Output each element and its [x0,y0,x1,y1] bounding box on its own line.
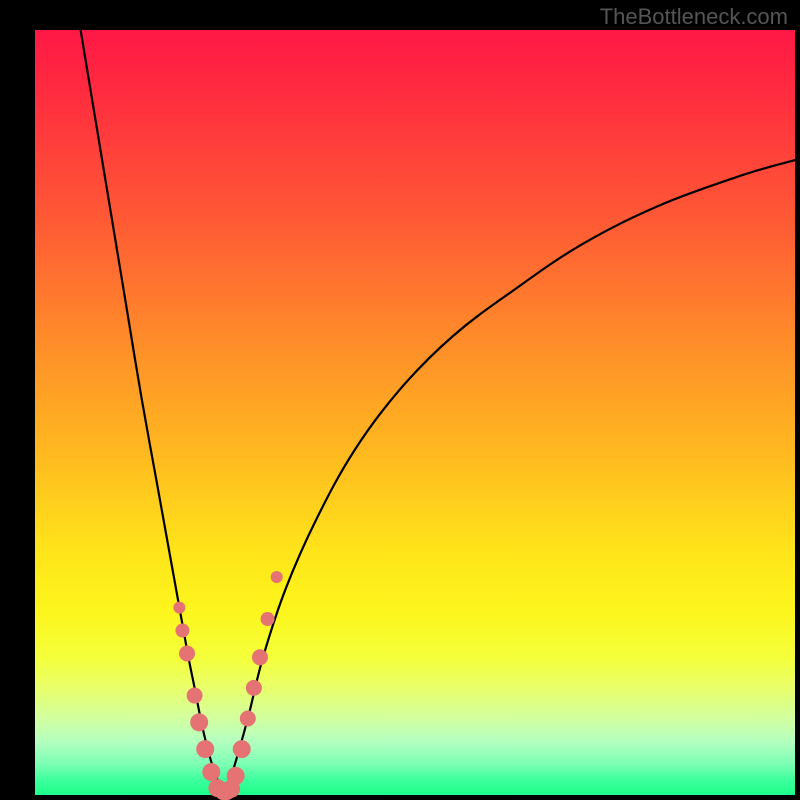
right-curve [225,160,795,795]
plot-area [35,30,795,795]
data-dot [187,688,203,704]
data-dot [240,711,256,727]
data-dot [271,571,283,583]
dots-group [173,571,282,800]
data-dot [261,612,275,626]
left-curve [81,30,225,795]
data-dot [196,740,214,758]
data-dot [179,645,195,661]
curve-overlay [35,30,795,795]
data-dot [173,602,185,614]
data-dot [246,680,262,696]
chart-container: TheBottleneck.com [0,0,800,800]
data-dot [252,649,268,665]
data-dot [233,740,251,758]
watermark-text: TheBottleneck.com [600,4,788,30]
data-dot [202,763,220,781]
data-dot [175,624,189,638]
data-dot [227,767,245,785]
data-dot [190,713,208,731]
